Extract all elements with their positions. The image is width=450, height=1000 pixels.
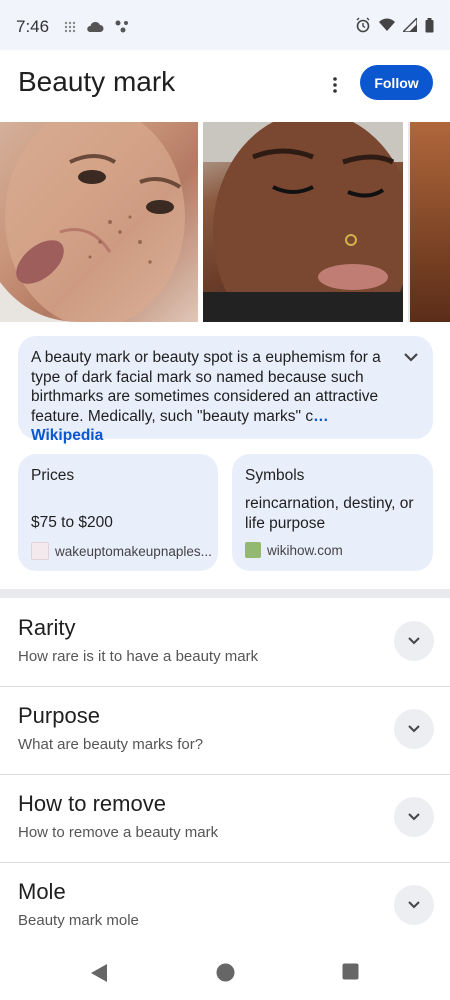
card-title: Symbols [245,467,305,484]
row-title: Rarity [18,615,76,640]
row-subtitle: What are beauty marks for? [18,736,204,753]
follow-button[interactable]: Follow [360,65,433,100]
wakeuptomakeup-favicon [31,542,49,560]
image-carousel[interactable] [0,122,450,322]
cloud-icon [86,20,104,38]
assistant-icon [114,19,130,38]
prices-card[interactable]: Prices $75 to $200 wakeuptomakeupnaples.… [18,454,218,571]
more-options-button[interactable] [322,72,348,98]
wikipedia-snippet-text: A beauty mark or beauty spot is a euphem… [31,348,401,446]
expand-snippet-button[interactable] [403,350,419,368]
section-divider [0,589,450,598]
expand-mole-button[interactable] [394,885,434,925]
face-with-nose-ring-image[interactable] [203,122,413,322]
expand-rarity-button[interactable] [394,621,434,661]
chevron-down-icon [408,725,420,733]
card-value: reincarnation, destiny, or life purpose [245,495,414,532]
chevron-down-icon [408,901,420,909]
wifi-icon [379,18,395,37]
mole-row[interactable]: Mole Beauty mark mole [0,862,450,950]
chevron-down-icon [408,813,420,821]
wikipedia-snippet[interactable]: A beauty mark or beauty spot is a euphem… [18,336,433,444]
row-subtitle: How to remove a beauty mark [18,824,219,841]
partial-face-image[interactable] [408,122,450,322]
card-title: Prices [31,467,75,484]
chevron-down-icon [404,353,418,362]
row-subtitle: How rare is it to have a beauty mark [18,648,259,665]
card-value: $75 to $200 [31,514,113,531]
row-subtitle: Beauty mark mole [18,912,139,929]
grid-icon [64,20,76,38]
status-time: 7:46 [16,17,50,36]
alarm-icon [355,17,371,38]
back-button[interactable] [90,963,108,988]
battery-icon [425,17,434,38]
card-source[interactable]: wakeuptomakeupnaples... [31,542,211,560]
card-source[interactable]: wikihow.com [245,542,425,558]
card-source-label: wikihow.com [267,542,343,558]
purpose-row[interactable]: Purpose What are beauty marks for? [0,686,450,775]
row-title: Purpose [18,703,100,728]
recents-button[interactable] [342,963,359,985]
face-with-freckles-image[interactable] [0,122,198,322]
home-button[interactable] [216,963,235,987]
row-title: Mole [18,879,66,904]
expand-how-to-remove-button[interactable] [394,797,434,837]
back-triangle-icon [91,964,107,982]
system-nav-bar [0,945,450,1000]
recents-square-icon [342,963,359,980]
signal-icon [401,16,418,37]
home-circle-icon [216,963,235,982]
chevron-down-icon [408,637,420,645]
card-source-label: wakeuptomakeupnaples... [55,543,211,559]
more-vert-icon [333,77,337,93]
how-to-remove-row[interactable]: How to remove How to remove a beauty mar… [0,774,450,863]
status-bar: 7:46 [0,0,450,50]
rarity-row[interactable]: Rarity How rare is it to have a beauty m… [0,598,450,687]
expand-purpose-button[interactable] [394,709,434,749]
wikihow-favicon [245,542,261,558]
row-title: How to remove [18,791,166,816]
symbols-card[interactable]: Symbols reincarnation, destiny, or life … [232,454,433,571]
page-title: Beauty mark [18,66,176,97]
